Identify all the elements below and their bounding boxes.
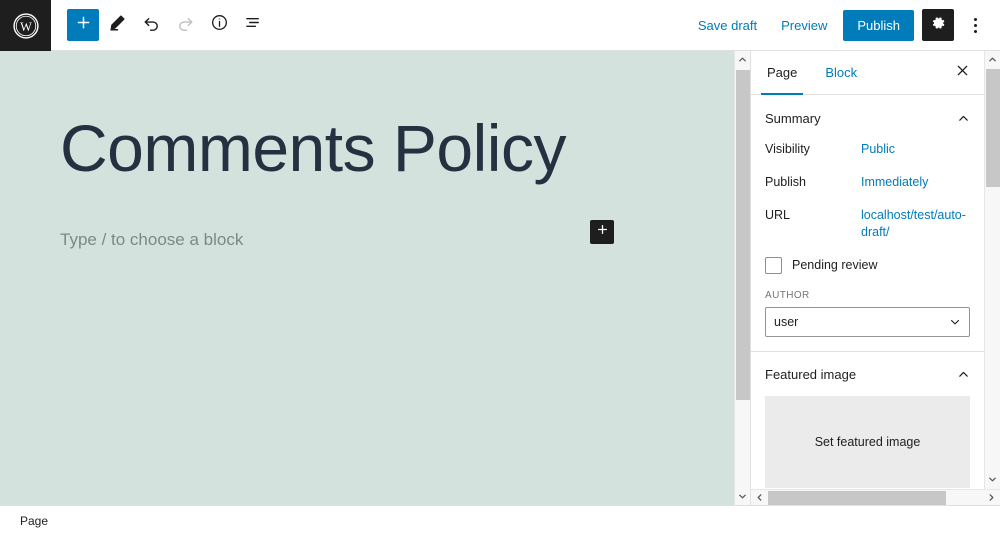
publish-button[interactable]: Publish — [843, 9, 914, 41]
featured-image-panel-body: Set featured image — [751, 395, 984, 490]
settings-sidebar: Page Block Summary Visibility Public Pub… — [750, 51, 1000, 505]
chevron-left-icon — [755, 489, 764, 507]
sidebar-scroll-thumb[interactable] — [985, 69, 1000, 187]
editor-canvas[interactable]: Comments Policy Type / to choose a block — [0, 51, 734, 505]
scroll-thumb[interactable] — [735, 70, 750, 400]
set-featured-image-button[interactable]: Set featured image — [765, 395, 970, 488]
summary-panel: Summary Visibility Public Publish Immedi… — [751, 95, 984, 352]
url-label: URL — [765, 207, 791, 222]
sidebar-scroll-up-button[interactable] — [985, 51, 1000, 69]
visibility-value[interactable]: Public — [861, 141, 895, 158]
chevron-down-icon — [949, 316, 961, 328]
list-view-icon — [244, 13, 263, 37]
wordpress-block-editor: W Save draft Preview Publish Comments Po… — [0, 0, 1000, 535]
summary-row-url: URL localhost/test/auto-draft/ — [765, 207, 970, 241]
editor-status-bar: Page — [0, 505, 1000, 535]
chevron-up-icon — [988, 51, 997, 69]
chevron-down-icon — [988, 471, 997, 489]
canvas-region: Comments Policy Type / to choose a block — [0, 51, 750, 505]
plus-icon — [596, 223, 609, 241]
close-icon — [956, 64, 969, 82]
details-button[interactable] — [203, 9, 235, 41]
editor-body: Comments Policy Type / to choose a block — [0, 51, 1000, 505]
featured-image-panel-header[interactable]: Featured image — [751, 352, 984, 398]
info-circle-icon — [210, 13, 229, 37]
tab-block[interactable]: Block — [811, 51, 871, 94]
canvas-vertical-scrollbar[interactable] — [734, 51, 750, 505]
sidebar-scroll-down-button[interactable] — [985, 471, 1000, 489]
publish-label: Publish — [765, 174, 806, 189]
url-value[interactable]: localhost/test/auto-draft/ — [861, 207, 970, 241]
gear-icon — [929, 14, 947, 37]
undo-arrow-icon — [142, 13, 161, 37]
publish-value[interactable]: Immediately — [861, 174, 928, 191]
wordpress-logo-icon: W — [12, 12, 39, 39]
summary-panel-header[interactable]: Summary — [751, 95, 984, 141]
redo-button[interactable] — [169, 9, 201, 41]
editor-toolbar: W Save draft Preview Publish — [0, 0, 1000, 51]
toolbar-right-group: Save draft Preview Publish — [690, 0, 1000, 50]
add-block-button[interactable] — [67, 9, 99, 41]
list-view-button[interactable] — [237, 9, 269, 41]
pencil-icon — [108, 13, 127, 37]
featured-image-panel: Featured image Set featured image — [751, 352, 984, 490]
tab-page[interactable]: Page — [753, 51, 811, 95]
sidebar-hscroll-track[interactable] — [768, 490, 983, 506]
close-sidebar-button[interactable] — [940, 51, 984, 94]
paragraph-placeholder[interactable]: Type / to choose a block — [60, 230, 674, 250]
sidebar-vertical-scrollbar[interactable] — [984, 51, 1000, 489]
paragraph-block[interactable]: Type / to choose a block — [0, 220, 734, 250]
summary-row-publish: Publish Immediately — [765, 174, 970, 191]
settings-toggle-button[interactable] — [922, 9, 954, 41]
author-selected-value: user — [774, 314, 799, 329]
summary-panel-body: Visibility Public Publish Immediately UR… — [751, 141, 984, 351]
visibility-label: Visibility — [765, 142, 810, 156]
more-options-button[interactable] — [962, 9, 988, 41]
scroll-up-button[interactable] — [735, 51, 751, 68]
featured-image-panel-title: Featured image — [765, 367, 857, 382]
sidebar-scroll-area: Page Block Summary Visibility Public Pub… — [751, 51, 1000, 489]
toolbar-left-group — [51, 0, 269, 50]
sidebar-content: Page Block Summary Visibility Public Pub… — [751, 51, 984, 489]
sidebar-scroll-left-button[interactable] — [751, 490, 768, 506]
redo-arrow-icon — [176, 13, 195, 37]
scroll-down-button[interactable] — [735, 488, 751, 505]
wordpress-logo-button[interactable]: W — [0, 0, 51, 51]
chevron-down-icon — [738, 488, 747, 506]
tools-edit-button[interactable] — [101, 9, 133, 41]
more-vertical-icon — [973, 17, 977, 33]
sidebar-horizontal-scrollbar[interactable] — [751, 489, 1000, 505]
pending-review-label[interactable]: Pending review — [792, 258, 877, 272]
plus-icon — [75, 14, 92, 36]
preview-button[interactable]: Preview — [773, 12, 835, 39]
breadcrumb[interactable]: Page — [20, 514, 48, 528]
chevron-up-icon — [957, 368, 970, 381]
chevron-up-icon — [738, 51, 747, 69]
chevron-up-icon — [957, 112, 970, 125]
post-title[interactable]: Comments Policy — [0, 112, 640, 184]
sidebar-tabs: Page Block — [751, 51, 984, 95]
save-draft-button[interactable]: Save draft — [690, 12, 765, 39]
author-select[interactable]: user — [765, 306, 970, 337]
svg-text:W: W — [20, 19, 32, 33]
sidebar-scroll-track[interactable] — [985, 69, 1000, 471]
summary-row-visibility: Visibility Public — [765, 141, 970, 158]
summary-panel-title: Summary — [765, 110, 821, 126]
sidebar-scroll-right-button[interactable] — [983, 490, 1000, 506]
pending-review-row: Pending review — [765, 256, 970, 274]
author-label: AUTHOR — [765, 289, 810, 301]
scroll-track[interactable] — [735, 68, 751, 488]
chevron-right-icon — [987, 489, 996, 507]
sidebar-hscroll-thumb[interactable] — [768, 490, 946, 505]
undo-button[interactable] — [135, 9, 167, 41]
block-inserter-button[interactable] — [590, 220, 614, 245]
pending-review-checkbox[interactable] — [765, 256, 782, 274]
